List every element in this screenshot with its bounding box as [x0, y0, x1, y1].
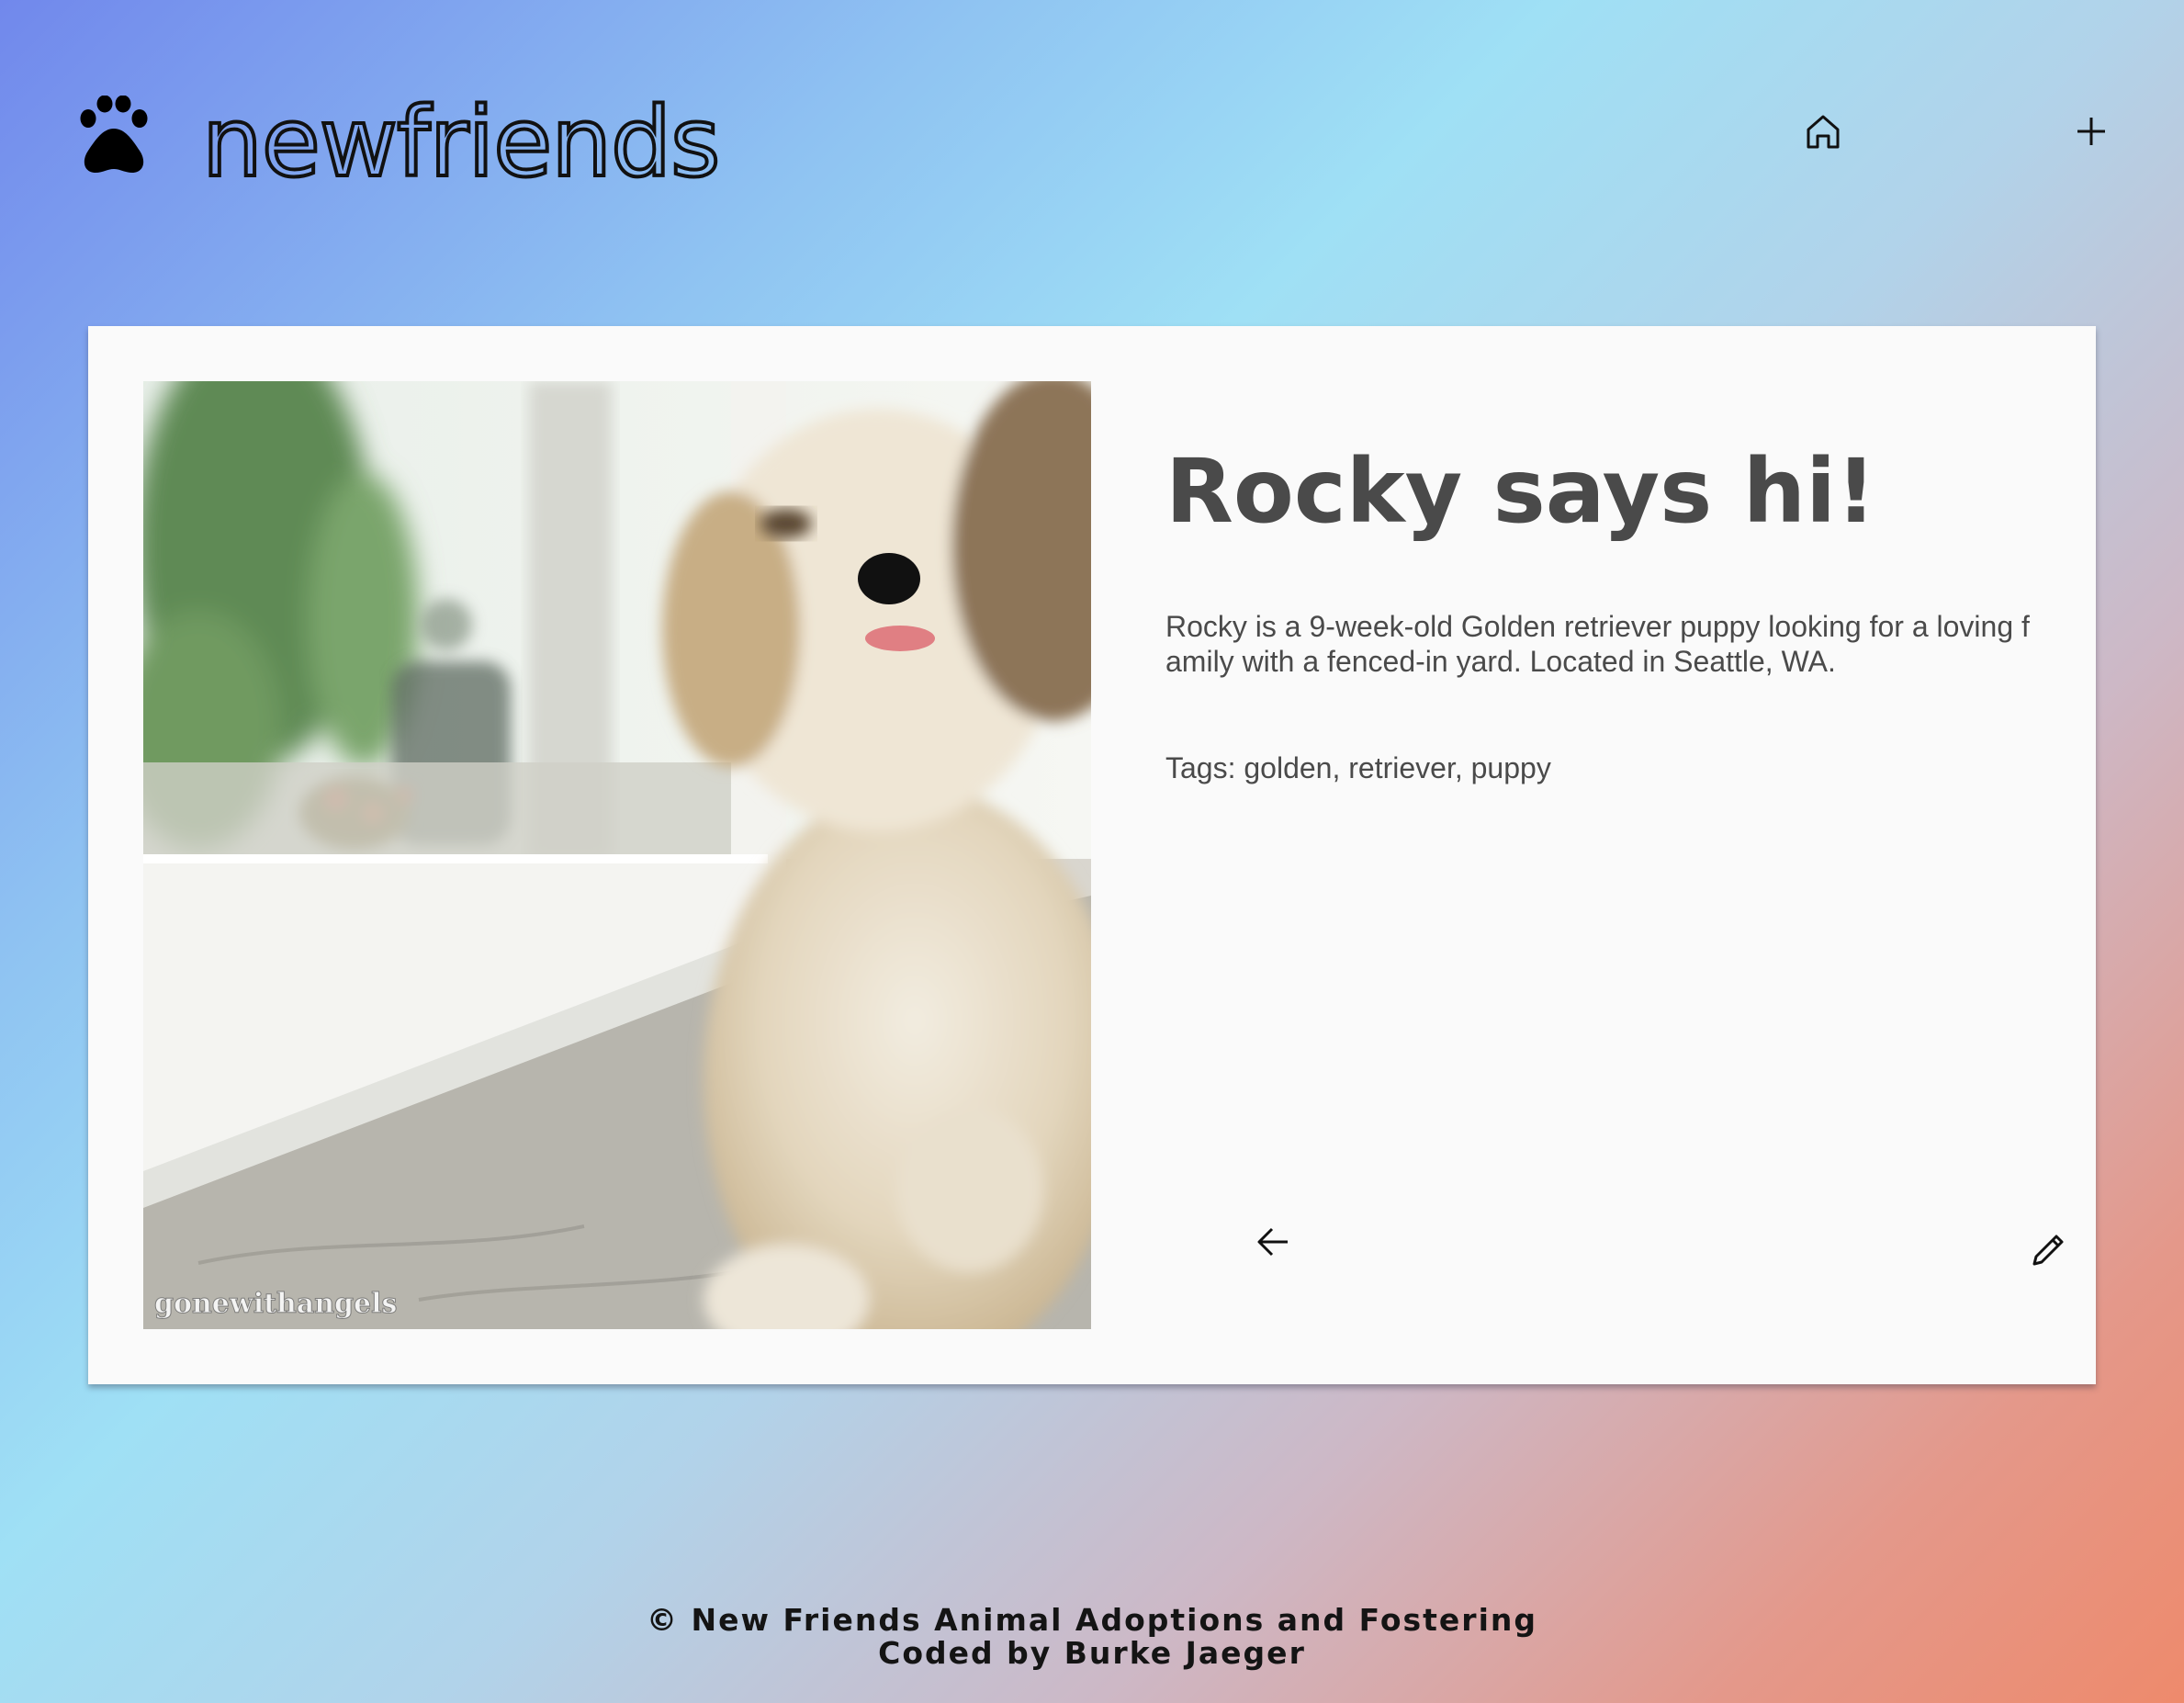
- arrow-left-icon: [1257, 1227, 1288, 1257]
- footer: © New Friends Animal Adoptions and Foste…: [0, 1604, 2184, 1670]
- paw-icon[interactable]: [75, 95, 152, 175]
- pencil-icon: [2032, 1235, 2064, 1266]
- pet-description: Rocky is a 9-week-old Golden retriever p…: [1165, 610, 2030, 678]
- add-pet-button[interactable]: [2068, 108, 2114, 154]
- pet-photo: gonewithangels: [143, 381, 1091, 1329]
- brand-name[interactable]: newfriends: [200, 83, 722, 202]
- plus-icon: [2077, 118, 2105, 145]
- pet-tags: Tags: golden, retriever, puppy: [1165, 751, 1551, 784]
- back-button[interactable]: [1250, 1219, 1296, 1265]
- home-icon: [1807, 115, 1840, 149]
- photo-watermark: gonewithangels: [153, 1288, 398, 1321]
- pet-title: Rocky says hi!: [1165, 440, 1876, 543]
- footer-copyright: © New Friends Animal Adoptions and Foste…: [647, 1602, 1537, 1638]
- footer-credit: Coded by Burke Jaeger: [878, 1635, 1306, 1671]
- pet-card: gonewithangels Rocky says hi! Rocky is a…: [88, 326, 2096, 1384]
- home-button[interactable]: [1800, 108, 1846, 154]
- edit-button[interactable]: [2026, 1226, 2072, 1272]
